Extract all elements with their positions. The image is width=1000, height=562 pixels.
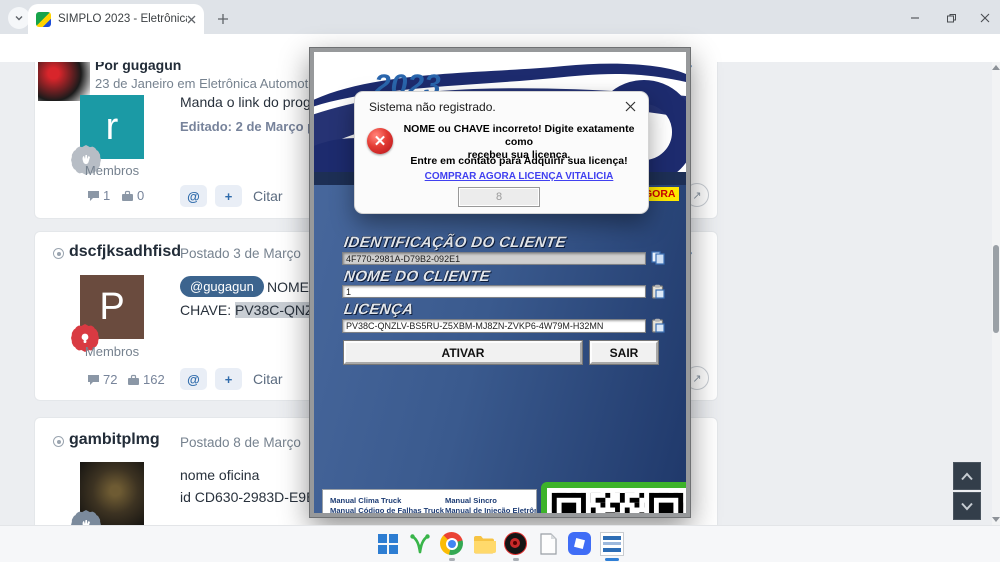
dialog-close-button[interactable] (625, 99, 636, 117)
tab-search-button[interactable] (8, 7, 30, 29)
rep-count: 162 (127, 372, 165, 387)
taskbar-app-notepad[interactable] (536, 532, 560, 556)
quote-button[interactable]: Citar (253, 188, 283, 204)
windows-logo-icon (376, 532, 400, 556)
post-byline[interactable]: Por gugagun (95, 62, 181, 73)
window-minimize-button[interactable] (900, 10, 930, 26)
active-app-indicator (605, 558, 619, 561)
mention-button[interactable]: @ (180, 185, 207, 207)
plus-icon (217, 13, 229, 25)
restore-icon (946, 13, 957, 24)
comment-count: 72 (87, 372, 117, 387)
whatsapp-qr-code (541, 482, 686, 513)
browser-tab[interactable]: SIMPLO 2023 - Eletrônica Autom (28, 4, 204, 34)
post-author[interactable]: gambitplmg (69, 431, 160, 449)
post-date: Postado 3 de Março (180, 246, 301, 261)
taskbar-app-green[interactable] (408, 532, 432, 556)
screen: SIMPLO 2023 - Eletrônica Autom eletronic… (0, 0, 1000, 562)
quote-button[interactable]: Citar (253, 371, 283, 387)
rep-count: 0 (121, 188, 144, 203)
avatar-letter: r (106, 106, 119, 149)
react-plus-button[interactable]: + (215, 185, 242, 207)
taskbar-app-simplo-active[interactable] (600, 532, 624, 556)
mention-button[interactable]: @ (180, 368, 207, 390)
window-restore-button[interactable] (936, 10, 966, 26)
paste-icon[interactable] (651, 284, 665, 299)
qr-pattern (547, 488, 686, 513)
mention-chip[interactable]: @gugagun (180, 276, 264, 297)
minimize-icon (910, 13, 920, 23)
briefcase-icon (121, 190, 134, 202)
site-favicon-icon (36, 12, 51, 27)
comment-count: 1 (87, 188, 110, 203)
document-icon (536, 532, 560, 556)
id-input[interactable]: 4F770-2981A-D79B2-092E1 (342, 252, 646, 265)
sair-button[interactable]: SAIR (590, 341, 658, 364)
online-indicator-icon (53, 248, 64, 259)
tab-title: SIMPLO 2023 - Eletrônica Autom (58, 13, 187, 25)
dialog-message-2: Entre em contato para Adquirir sua licen… (399, 155, 639, 168)
browser-tab-strip: SIMPLO 2023 - Eletrônica Autom (0, 0, 1000, 34)
manuals-right-column: Manual SincroManual de Injeção Eletrônic… (445, 496, 537, 513)
chevron-up-icon (960, 472, 974, 481)
dialog-ok-button[interactable]: 8 (458, 187, 540, 207)
scrollbar-up-icon[interactable] (992, 65, 1000, 70)
folder-icon (472, 532, 496, 556)
comment-bubble-icon (87, 374, 100, 386)
licenca-label: LICENÇA (343, 301, 415, 318)
taskbar-app-blue[interactable] (568, 532, 592, 556)
post-line1: nome oficina (180, 467, 259, 483)
taskbar-app-red[interactable] (504, 532, 528, 556)
nome-label: NOME DO CLIENTE (343, 268, 491, 285)
close-icon (980, 13, 990, 23)
licenca-input[interactable]: PV38C-QNZLV-BS5RU-Z5XBM-MJ8ZN-ZVKP6-4W79… (342, 319, 646, 333)
window-close-button[interactable] (970, 10, 1000, 26)
windows-taskbar: ELETRÔNICA BR www.eletronicabr.com (0, 525, 1000, 562)
post-date: 23 de Janeiro em Eletrônica Automotiva (95, 76, 325, 91)
green-plant-icon (408, 532, 432, 556)
paste-icon[interactable] (651, 318, 665, 333)
start-button[interactable] (376, 532, 400, 556)
scroll-to-bottom-button[interactable] (953, 492, 981, 520)
buy-license-link[interactable]: COMPRAR AGORA LICENÇA VITALICIA (399, 171, 639, 182)
tab-close-icon[interactable] (187, 15, 196, 24)
chave-label: CHAVE: (180, 302, 231, 318)
nome-input[interactable]: 1 (342, 285, 646, 298)
running-indicator (449, 558, 455, 561)
close-icon (625, 101, 636, 112)
post-date: Postado 8 de Março (180, 435, 301, 450)
scroll-to-top-button[interactable] (953, 462, 981, 490)
running-indicator (513, 558, 519, 561)
react-plus-button[interactable]: + (215, 368, 242, 390)
comment-bubble-icon (87, 190, 100, 202)
scrollbar-thumb[interactable] (993, 245, 999, 333)
taskbar-file-explorer[interactable] (472, 532, 496, 556)
avatar-letter: P (99, 286, 124, 329)
chevron-down-icon (14, 13, 24, 23)
taskbar-app-chrome[interactable] (440, 532, 464, 556)
error-icon: ✕ (367, 128, 393, 154)
post-author[interactable]: dscfjksadhfisd (69, 243, 181, 261)
copy-icon[interactable] (651, 251, 665, 265)
scrollbar-down-icon[interactable] (992, 517, 1000, 522)
error-dialog: Sistema não registrado. ✕ NOME ou CHAVE … (355, 92, 648, 213)
new-tab-button[interactable] (214, 10, 232, 28)
dialog-title: Sistema não registrado. (369, 100, 496, 114)
online-indicator-icon (53, 436, 64, 447)
manuals-left-column: Manual Clima TruckManual Código de Falha… (330, 496, 456, 513)
manuals-panel: Manual Clima TruckManual Código de Falha… (322, 489, 537, 513)
member-role: Membros (80, 344, 144, 359)
briefcase-icon (127, 374, 140, 386)
id-label: IDENTIFICAÇÃO DO CLIENTE (343, 234, 567, 251)
simplo-body: GORA IDENTIFICAÇÃO DO CLIENTE 4F770-2981… (314, 172, 686, 513)
member-role: Membros (80, 163, 144, 178)
chevron-down-icon (960, 502, 974, 511)
ativar-button[interactable]: ATIVAR (344, 341, 582, 364)
